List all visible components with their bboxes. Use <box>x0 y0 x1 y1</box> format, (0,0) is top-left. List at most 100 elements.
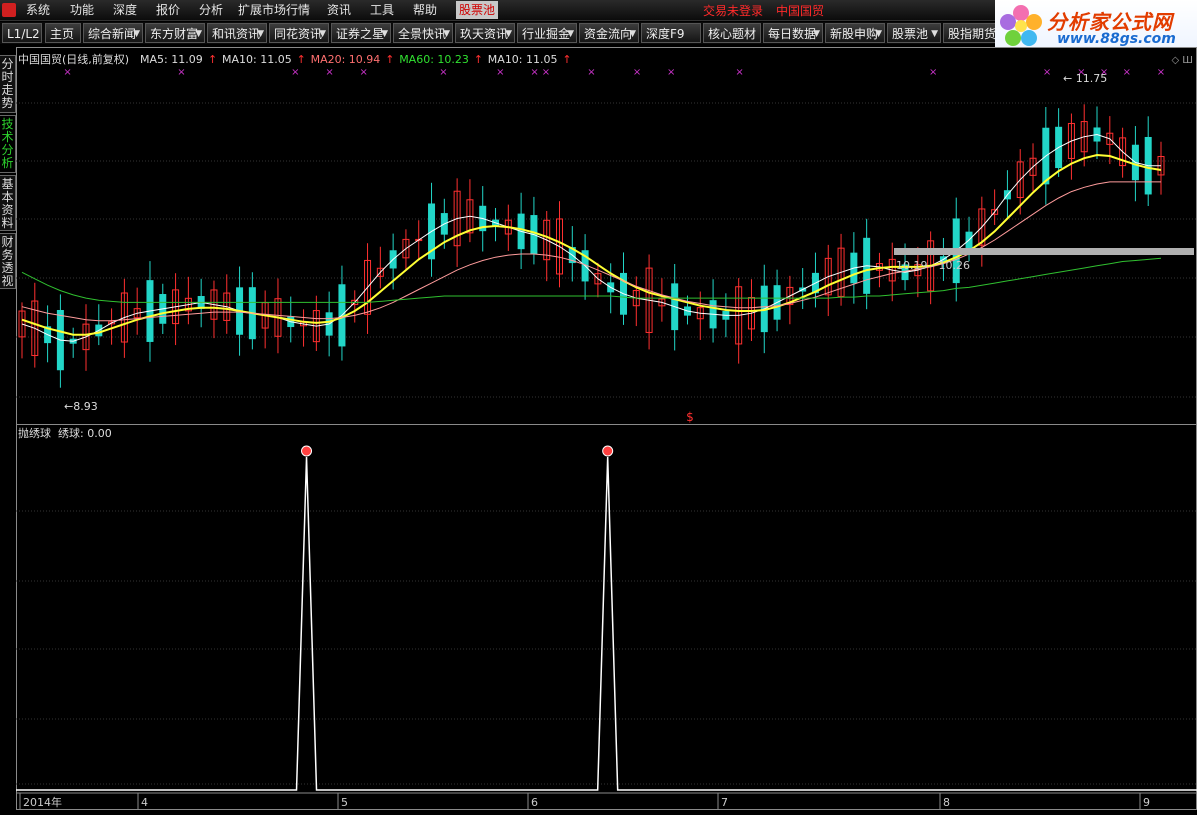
app-logo-icon[interactable] <box>2 3 16 17</box>
ball-icon <box>602 445 614 457</box>
dropdown-arrow-icon: ▼ <box>195 29 202 39</box>
toolbar-tab-4[interactable]: 和讯资讯 ▼ <box>207 23 267 43</box>
menu-item-9[interactable]: 股票池 <box>456 1 499 19</box>
side-tab-1[interactable]: 技术分析 <box>0 115 16 173</box>
ma-legend-2: MA20: 10.94 <box>311 53 381 66</box>
toolbar-tab-7[interactable]: 全景快讯 ▼ <box>393 23 453 43</box>
ma-legend-4: MA10: 11.05 <box>488 53 558 66</box>
toolbar-tab-1[interactable]: 主页 <box>45 23 81 43</box>
menu-item-8[interactable]: 帮助 <box>413 2 437 18</box>
ma-legend-up-arrow: ↑ <box>297 53 306 66</box>
menu-item-2[interactable]: 深度 <box>113 2 137 18</box>
toolbar-tab-label: 核心题材 <box>708 27 757 41</box>
toolbar-tab-16[interactable]: 股指期货 <box>943 23 999 43</box>
dropdown-arrow-icon: ▼ <box>567 29 574 39</box>
dropdown-arrow-icon: ▼ <box>875 29 882 39</box>
range-label: 10.19 - 10.26 <box>896 259 970 272</box>
top-marker: × <box>439 67 447 78</box>
toolbar-tab-label: 深度F9 <box>646 27 685 41</box>
toolbar-tab-6[interactable]: 证券之星 ▼ <box>331 23 391 43</box>
main-chart-title: 中国国贸(日线,前复权) <box>18 52 129 66</box>
dropdown-arrow-icon: ▼ <box>133 29 140 39</box>
toolbar-tab-label: 玖天资讯 <box>460 27 509 41</box>
menu-item-3[interactable]: 报价 <box>156 2 180 18</box>
chart-area[interactable]: × × × ×× × × × × × × × × × × × × × ×← 11.75←8.9310.19 - 1… <box>16 47 1197 815</box>
dropdown-arrow-icon: ▼ <box>629 29 636 39</box>
ma-legend-up-arrow: ↑ <box>208 53 217 66</box>
toolbar-tab-15[interactable]: 股票池 ▼ <box>887 23 941 43</box>
toolbar-tab-12[interactable]: 核心题材 <box>703 23 761 43</box>
toolbar-tab-5[interactable]: 同花资讯 ▼ <box>269 23 329 43</box>
x-tick-label: 5 <box>341 796 348 809</box>
x-tick-label: 7 <box>721 796 728 809</box>
toolbar-tab-8[interactable]: 玖天资讯 ▼ <box>455 23 515 43</box>
top-marker: × <box>587 67 595 78</box>
top-marker: × <box>1157 67 1165 78</box>
toolbar-tab-13[interactable]: 每日数据 ▼ <box>763 23 823 43</box>
toolbar-tab-label: 主页 <box>50 27 75 41</box>
ma-legend-0: MA5: 11.09 <box>140 53 203 66</box>
side-tab-2[interactable]: 基本资料 <box>0 175 16 231</box>
x-tick-label: 6 <box>531 796 538 809</box>
dropdown-arrow-icon: ▼ <box>319 29 326 39</box>
dropdown-arrow-icon: ▼ <box>505 29 512 39</box>
login-status[interactable]: 交易未登录 <box>703 2 763 19</box>
toolbar-tab-label: L1/L2 <box>7 27 40 41</box>
top-marker: × <box>633 67 641 78</box>
toolbar-tab-label: 东方财富 <box>150 27 199 41</box>
ma-legend-up-arrow: ↑ <box>562 53 571 66</box>
x-tick-label: 2014年 <box>23 795 62 809</box>
toolbar-tab-label: 股票池 <box>892 27 929 41</box>
toolbar-tab-14[interactable]: 新股申购 ▼ <box>825 23 885 43</box>
toolbar-tab-label: 和讯资讯 <box>212 27 261 41</box>
top-marker: × <box>667 67 675 78</box>
range-bar <box>894 248 1194 255</box>
top-marker: × <box>291 67 299 78</box>
top-marker: × <box>1043 67 1051 78</box>
toolbar-tab-10[interactable]: 资金流向 ▼ <box>579 23 639 43</box>
side-tab-3[interactable]: 财务透视 <box>0 233 16 289</box>
ma-legend-3: MA60: 10.23 <box>399 53 469 66</box>
toolbar-tab-label: 每日数据 <box>768 27 817 41</box>
top-marker: × <box>542 67 550 78</box>
toolbar-tab-label: 新股申购 <box>830 27 879 41</box>
toolbar-tab-11[interactable]: 深度F9 <box>641 23 701 43</box>
high-price-label: ← 11.75 <box>1063 72 1107 85</box>
menu-item-7[interactable]: 工具 <box>370 2 394 18</box>
side-tab-0[interactable]: 分时走势 <box>0 55 16 113</box>
toolbar-tab-label: 证券之星 <box>336 27 385 41</box>
indicator-name: 抛绣球 <box>18 426 51 440</box>
toolbar-tab-9[interactable]: 行业掘金 ▼ <box>517 23 577 43</box>
toolbar-tab-2[interactable]: 综合新闻 ▼ <box>83 23 143 43</box>
flower-logo-icon <box>1000 5 1042 46</box>
dropdown-arrow-icon: ▼ <box>257 29 264 39</box>
ball-icon <box>301 445 313 457</box>
top-marker: × <box>929 67 937 78</box>
x-tick-label: 4 <box>141 796 148 809</box>
menu-item-6[interactable]: 资讯 <box>327 2 351 18</box>
dropdown-arrow-icon: ▼ <box>443 29 450 39</box>
level-toggle-button[interactable]: L1/L2 <box>2 23 42 43</box>
stock-name: 中国国贸 <box>776 4 825 18</box>
menu-item-4[interactable]: 分析 <box>199 2 223 18</box>
toolbar-tab-3[interactable]: 东方财富 ▼ <box>145 23 205 43</box>
top-marker: × <box>496 67 504 78</box>
top-marker: × <box>360 67 368 78</box>
toolbar-tab-label: 综合新闻 <box>88 27 137 41</box>
dropdown-arrow-icon: ▼ <box>381 29 388 39</box>
toolbar-tab-label: 同花资讯 <box>274 27 323 41</box>
ma-legend-1: MA10: 11.05 <box>222 53 292 66</box>
menu-item-0[interactable]: 系统 <box>26 2 50 18</box>
dropdown-arrow-icon: ▼ <box>813 29 820 39</box>
x-tick-label: 8 <box>943 796 950 809</box>
low-price-label: ←8.93 <box>64 400 98 413</box>
toolbar: L1/L2 主页 综合新闻 ▼ 东方财富 ▼ 和讯资讯 ▼ 同花资讯 ▼ 证券之星 ▼ 全景快讯 ▼ 玖天资… <box>0 22 1000 44</box>
ma-legend-up-arrow: ↑ <box>385 53 394 66</box>
menu-item-1[interactable]: 功能 <box>70 2 94 18</box>
top-marker: × <box>63 67 71 78</box>
watermark-logo: 分析家公式网 www.88gs.com <box>995 0 1197 52</box>
indicator-value: 绣球: 0.00 <box>58 426 112 440</box>
top-marker: × <box>735 67 743 78</box>
x-tick-label: 9 <box>1143 796 1150 809</box>
menu-item-5[interactable]: 扩展市场行情 <box>238 2 310 18</box>
